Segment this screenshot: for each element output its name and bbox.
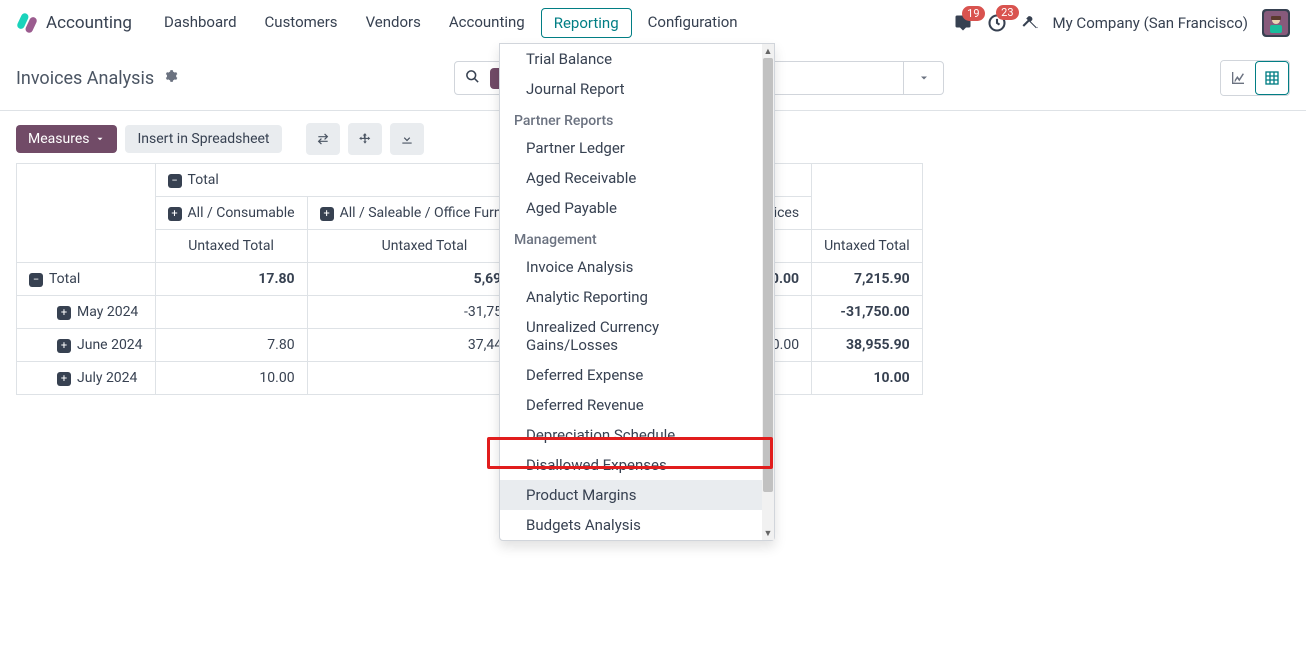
scroll-up-icon[interactable]: ▲: [762, 44, 774, 58]
table-row: May 2024 -31,750.00 -31,750.00: [17, 296, 923, 329]
top-navbar: Accounting Dashboard Customers Vendors A…: [0, 0, 1306, 46]
main-menu: Dashboard Customers Vendors Accounting R…: [152, 8, 750, 38]
dropdown-scrollbar[interactable]: ▲ ▼: [762, 44, 774, 540]
menu-journal-report[interactable]: Journal Report: [500, 74, 762, 104]
scroll-down-icon[interactable]: ▼: [762, 526, 774, 540]
cell: [155, 296, 307, 329]
insert-spreadsheet-button[interactable]: Insert in Spreadsheet: [125, 125, 281, 153]
reporting-dropdown: Trial Balance Journal Report Partner Rep…: [499, 43, 775, 541]
user-avatar[interactable]: [1262, 9, 1290, 37]
brand[interactable]: Accounting: [16, 12, 132, 34]
insert-label: Insert in Spreadsheet: [137, 131, 269, 147]
expand-all-button[interactable]: [348, 123, 382, 155]
messages-badge: 19: [962, 6, 984, 21]
expand-icon: [320, 207, 334, 221]
view-switcher: [1220, 60, 1290, 96]
topbar-right: 19 23 My Company (San Francisco): [953, 9, 1290, 37]
cell: 10.00: [155, 362, 307, 395]
expand-icon: [57, 372, 71, 386]
activities-button[interactable]: 23: [987, 13, 1007, 33]
page-title: Invoices Analysis: [16, 68, 154, 89]
menu-section-management: Management: [500, 223, 762, 252]
table-row: July 2024 10.00 10.00: [17, 362, 923, 395]
table-row: June 2024 7.80 37,444.40 53.70 1,450.00 …: [17, 329, 923, 362]
company-selector[interactable]: My Company (San Francisco): [1053, 14, 1248, 32]
menu-invoice-analysis[interactable]: Invoice Analysis: [500, 252, 762, 282]
app-name: Accounting: [46, 13, 132, 33]
nav-configuration[interactable]: Configuration: [636, 8, 750, 38]
menu-product-margins[interactable]: Product Margins: [500, 480, 762, 510]
measure-header[interactable]: Untaxed Total: [155, 230, 307, 263]
flip-axis-button[interactable]: [306, 123, 340, 155]
avatar-icon: [1264, 11, 1288, 35]
cell: -31,750.00: [812, 296, 923, 329]
measures-label: Measures: [28, 131, 89, 147]
row-june[interactable]: June 2024: [17, 329, 156, 362]
menu-section-partner: Partner Reports: [500, 104, 762, 133]
expand-icon: [57, 306, 71, 320]
breadcrumb: Invoices Analysis: [16, 68, 178, 89]
collapse-icon: [168, 174, 182, 188]
cell: 7,215.90: [812, 263, 923, 296]
search-options-toggle[interactable]: [903, 62, 943, 94]
chevron-down-icon: [918, 72, 930, 84]
menu-partner-ledger[interactable]: Partner Ledger: [500, 133, 762, 163]
expand-icon: [57, 339, 71, 353]
menu-disallowed-expenses[interactable]: Disallowed Expenses: [500, 450, 762, 480]
row-july[interactable]: July 2024: [17, 362, 156, 395]
nav-reporting[interactable]: Reporting: [541, 8, 632, 38]
graph-icon: [1230, 70, 1246, 86]
menu-deferred-expense[interactable]: Deferred Expense: [500, 360, 762, 390]
scroll-thumb[interactable]: [763, 58, 773, 492]
expand-icon: [358, 132, 372, 146]
swap-icon: [315, 132, 331, 146]
nav-vendors[interactable]: Vendors: [354, 8, 433, 38]
row-total[interactable]: Total: [17, 263, 156, 296]
search-icon[interactable]: [455, 69, 490, 88]
menu-deferred-revenue[interactable]: Deferred Revenue: [500, 390, 762, 420]
messages-button[interactable]: 19: [953, 14, 973, 32]
menu-trial-balance[interactable]: Trial Balance: [500, 44, 762, 74]
menu-aged-receivable[interactable]: Aged Receivable: [500, 163, 762, 193]
caret-down-icon: [95, 134, 105, 144]
col-consumable[interactable]: All / Consumable: [155, 197, 307, 230]
tools-icon[interactable]: [1021, 14, 1039, 32]
cell: 38,955.90: [812, 329, 923, 362]
pivot-view-button[interactable]: [1255, 61, 1289, 95]
menu-analytic-reporting[interactable]: Analytic Reporting: [500, 282, 762, 312]
download-icon: [400, 132, 414, 146]
app-logo-icon: [16, 12, 38, 34]
collapse-icon: [29, 273, 43, 287]
activities-badge: 23: [996, 5, 1018, 20]
measures-button[interactable]: Measures: [16, 125, 117, 153]
expand-icon: [168, 207, 182, 221]
menu-depreciation-schedule[interactable]: Depreciation Schedule: [500, 420, 762, 450]
pivot-table: Total All / Consumable All / Saleable / …: [16, 163, 923, 395]
cell: 7.80: [155, 329, 307, 362]
table-row: Total 17.80 5,694.40 53.70 1,450.00 7,21…: [17, 263, 923, 296]
nav-accounting[interactable]: Accounting: [437, 8, 537, 38]
measure-header[interactable]: Untaxed Total: [812, 230, 923, 263]
nav-dashboard[interactable]: Dashboard: [152, 8, 249, 38]
gear-icon[interactable]: [164, 69, 178, 87]
menu-aged-payable[interactable]: Aged Payable: [500, 193, 762, 223]
menu-budgets-analysis[interactable]: Budgets Analysis: [500, 510, 762, 540]
cell: 10.00: [812, 362, 923, 395]
row-may[interactable]: May 2024: [17, 296, 156, 329]
pivot-icon: [1264, 70, 1280, 86]
menu-unrealized-gains[interactable]: Unrealized Currency Gains/Losses: [500, 312, 762, 360]
download-button[interactable]: [390, 123, 424, 155]
cell: 17.80: [155, 263, 307, 296]
nav-customers[interactable]: Customers: [253, 8, 350, 38]
graph-view-button[interactable]: [1221, 61, 1255, 95]
